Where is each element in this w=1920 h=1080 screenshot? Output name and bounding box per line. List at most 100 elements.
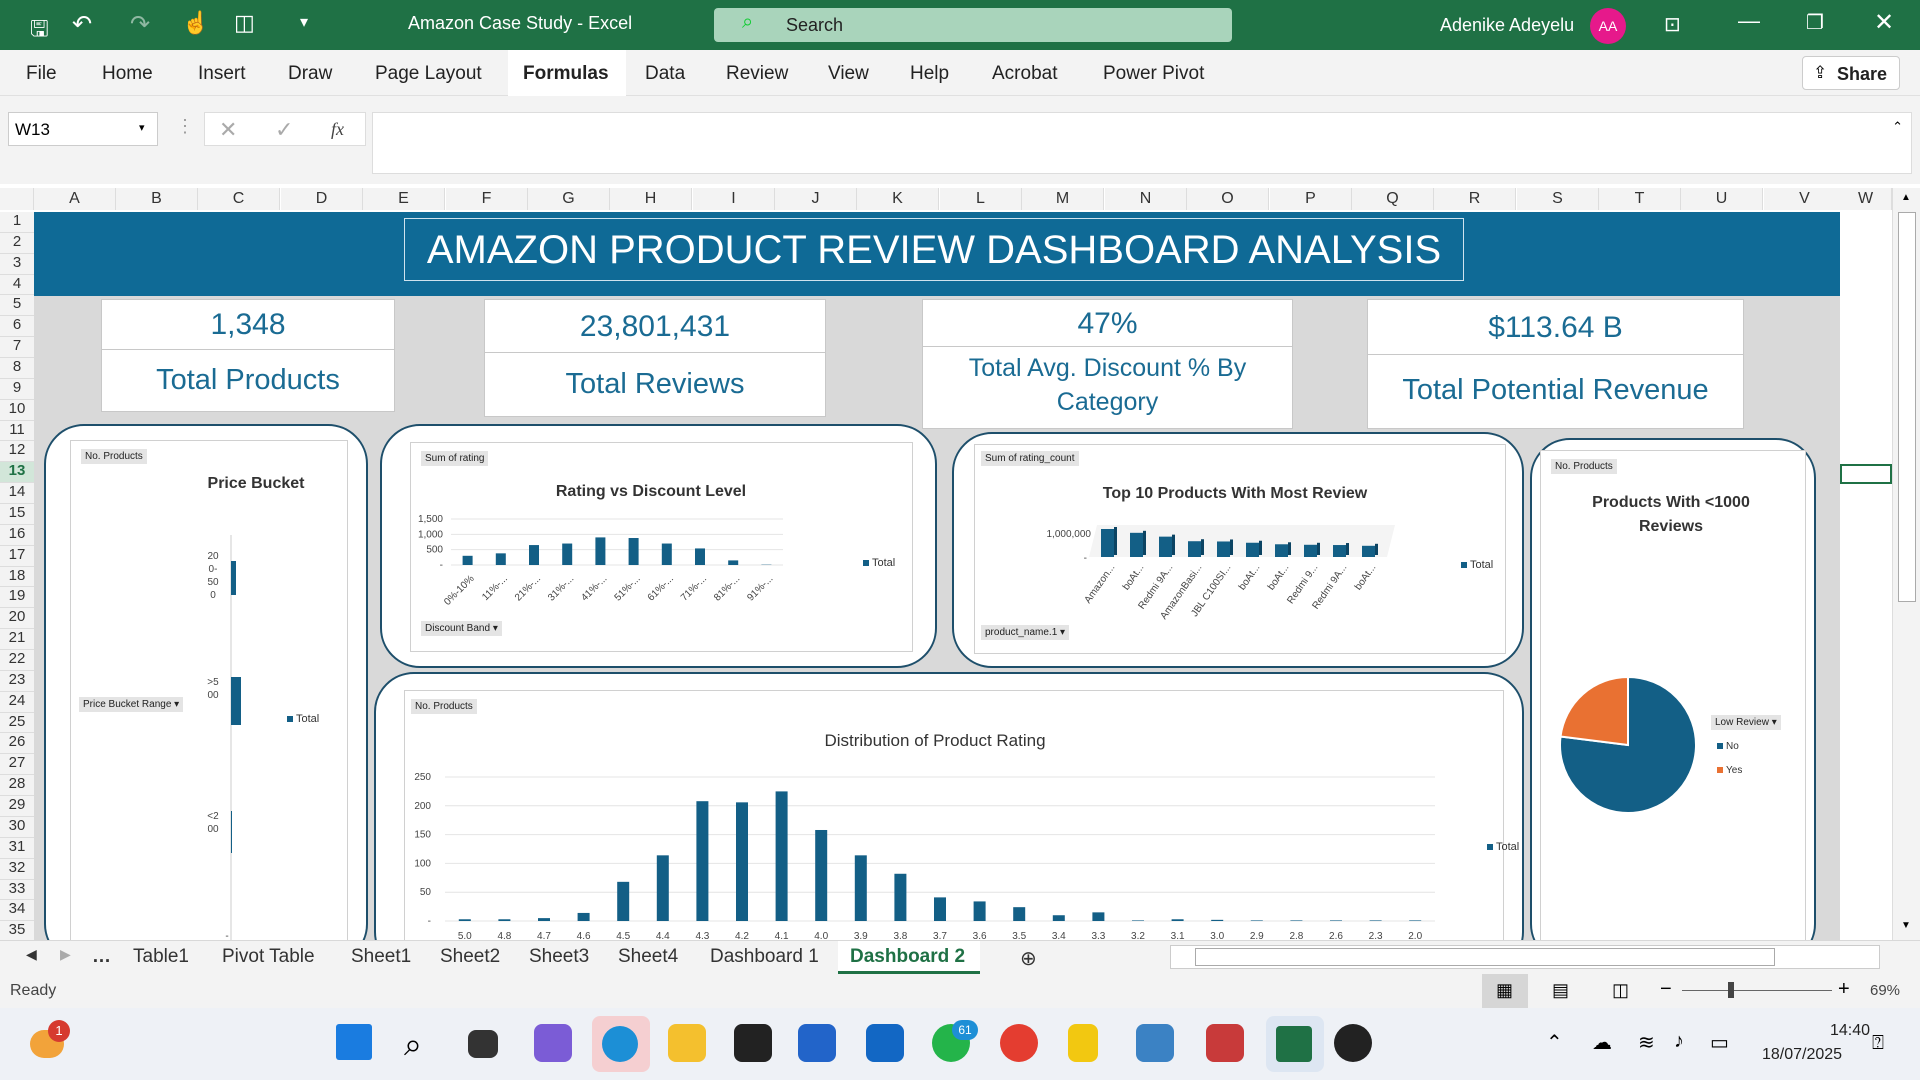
- store-icon[interactable]: [798, 1024, 836, 1062]
- column-header[interactable]: F: [446, 188, 528, 210]
- row-header[interactable]: 8: [0, 358, 34, 379]
- cloud-offline-icon[interactable]: ☁: [1592, 1030, 1612, 1055]
- row-header[interactable]: 10: [0, 399, 34, 421]
- row-header[interactable]: 35: [0, 921, 34, 940]
- row-header[interactable]: 1: [0, 212, 34, 233]
- tab-help[interactable]: Help: [910, 63, 949, 85]
- sheet-tab-sheet3[interactable]: Sheet3: [529, 946, 589, 968]
- sheet-tab-pivot-table[interactable]: Pivot Table: [222, 946, 315, 968]
- battery-icon[interactable]: ▭: [1710, 1030, 1729, 1055]
- search-taskbar-icon[interactable]: ⌕: [404, 1026, 422, 1064]
- sheet-tab-sheet4[interactable]: Sheet4: [618, 946, 678, 968]
- column-header[interactable]: W: [1840, 188, 1892, 210]
- column-header[interactable]: G: [528, 188, 610, 210]
- excel-active-bg[interactable]: [1266, 1016, 1324, 1072]
- column-header[interactable]: R: [1434, 188, 1516, 210]
- edge-active-bg[interactable]: [592, 1016, 650, 1072]
- vertical-scrollbar[interactable]: ▲ ▼: [1892, 188, 1920, 940]
- row-header[interactable]: 26: [0, 733, 34, 755]
- row-header[interactable]: 16: [0, 524, 34, 546]
- tab-formulas[interactable]: Formulas: [523, 63, 609, 85]
- page-break-view-icon[interactable]: ◫: [1612, 980, 1629, 1001]
- whiteboard-icon[interactable]: [1136, 1024, 1174, 1062]
- price-bucket-chart[interactable]: No. Products Price Bucket Price Bucket R…: [70, 440, 348, 940]
- top-products-chart[interactable]: Sum of rating_count Top 10 Products With…: [974, 444, 1506, 654]
- row-header[interactable]: 22: [0, 650, 34, 671]
- tab-page-layout[interactable]: Page Layout: [375, 63, 482, 85]
- zoom-slider[interactable]: [1682, 990, 1832, 991]
- row-header[interactable]: 30: [0, 816, 34, 838]
- name-box[interactable]: W13 ▾: [8, 112, 158, 146]
- zoom-out-icon[interactable]: −: [1660, 978, 1672, 1001]
- zoom-in-icon[interactable]: +: [1838, 978, 1850, 1001]
- row-header[interactable]: 7: [0, 337, 34, 359]
- row-header[interactable]: 29: [0, 796, 34, 817]
- axis-filter-button[interactable]: product_name.1 ▾: [981, 625, 1070, 640]
- undo-icon[interactable]: ↶: [72, 10, 92, 39]
- low-review-chart[interactable]: No. Products Products With <1000 Reviews…: [1540, 450, 1806, 940]
- shape-icon[interactable]: ◫: [234, 10, 255, 36]
- ribbon-display-icon[interactable]: ⊡: [1664, 12, 1681, 37]
- column-header[interactable]: S: [1517, 188, 1599, 210]
- row-header[interactable]: 33: [0, 879, 34, 901]
- row-header[interactable]: 27: [0, 754, 34, 776]
- file-explorer-icon[interactable]: [668, 1024, 706, 1062]
- row-header[interactable]: 9: [0, 378, 34, 400]
- row-header[interactable]: 11: [0, 420, 34, 442]
- task-view-icon[interactable]: [468, 1030, 498, 1058]
- legend-filter-button[interactable]: Low Review ▾: [1711, 715, 1781, 730]
- tab-formulas-active[interactable]: Formulas: [508, 50, 626, 96]
- zoom-level[interactable]: 69%: [1870, 982, 1900, 999]
- row-header[interactable]: 20: [0, 608, 34, 630]
- touch-mode-icon[interactable]: ☝: [182, 10, 209, 36]
- restore-icon[interactable]: ❐: [1806, 10, 1824, 35]
- tab-draw[interactable]: Draw: [288, 63, 332, 85]
- column-header[interactable]: T: [1599, 188, 1681, 210]
- column-header[interactable]: C: [198, 188, 280, 210]
- close-icon[interactable]: ✕: [1874, 8, 1894, 37]
- toolbox-icon[interactable]: [1206, 1024, 1244, 1062]
- row-header[interactable]: 34: [0, 900, 34, 922]
- search-box[interactable]: ⌕ Search: [714, 8, 1232, 42]
- column-header[interactable]: U: [1681, 188, 1763, 210]
- scroll-up-icon[interactable]: ▲: [1901, 192, 1911, 203]
- row-header[interactable]: 21: [0, 629, 34, 651]
- column-header[interactable]: I: [693, 188, 775, 210]
- volume-icon[interactable]: ♪: [1674, 1030, 1684, 1053]
- column-header[interactable]: Q: [1352, 188, 1434, 210]
- enter-icon[interactable]: ✓: [275, 117, 293, 143]
- column-header[interactable]: K: [857, 188, 939, 210]
- row-header[interactable]: 28: [0, 775, 34, 797]
- sheet-tab-sheet1[interactable]: Sheet1: [351, 946, 411, 968]
- tab-insert[interactable]: Insert: [198, 63, 246, 85]
- row-header[interactable]: 23: [0, 670, 34, 692]
- clock-date[interactable]: 18/07/2025: [1762, 1046, 1842, 1064]
- power-bi-icon[interactable]: [1068, 1024, 1098, 1062]
- tab-file[interactable]: File: [26, 63, 57, 85]
- column-header[interactable]: V: [1764, 188, 1846, 210]
- minimize-icon[interactable]: —: [1738, 8, 1760, 34]
- media-player-icon[interactable]: [1334, 1024, 1372, 1062]
- column-header[interactable]: M: [1022, 188, 1104, 210]
- sheet-tab-table1[interactable]: Table1: [133, 946, 189, 968]
- row-header[interactable]: 17: [0, 545, 34, 567]
- normal-view-button[interactable]: ▦: [1482, 974, 1528, 1008]
- tab-view[interactable]: View: [828, 63, 869, 85]
- sheet-tab-dashboard-2-active[interactable]: Dashboard 2: [838, 941, 980, 974]
- column-header[interactable]: E: [363, 188, 445, 210]
- column-header[interactable]: D: [281, 188, 363, 210]
- row-header[interactable]: 31: [0, 837, 34, 859]
- next-sheet-icon[interactable]: ▶: [60, 946, 71, 963]
- rating-distribution-chart[interactable]: No. Products Distribution of Product Rat…: [404, 690, 1519, 940]
- redo-icon[interactable]: ↷: [130, 10, 150, 39]
- selected-cell-w13[interactable]: [1840, 464, 1892, 484]
- row-header[interactable]: 32: [0, 858, 34, 880]
- cancel-icon[interactable]: ✕: [219, 117, 237, 143]
- row-header[interactable]: 24: [0, 691, 34, 713]
- collapse-formula-icon[interactable]: ⌃: [1892, 119, 1903, 135]
- formula-input[interactable]: ⌃: [372, 112, 1912, 174]
- worksheet-grid[interactable]: ABCDEFGHIJKLMNOPQRSTUVW 1 2 3 4 5 6 7 8 9 10 11 12 1…: [0, 188, 1920, 940]
- scroll-thumb[interactable]: [1898, 212, 1916, 602]
- tab-data[interactable]: Data: [645, 63, 685, 85]
- column-header[interactable]: O: [1187, 188, 1269, 210]
